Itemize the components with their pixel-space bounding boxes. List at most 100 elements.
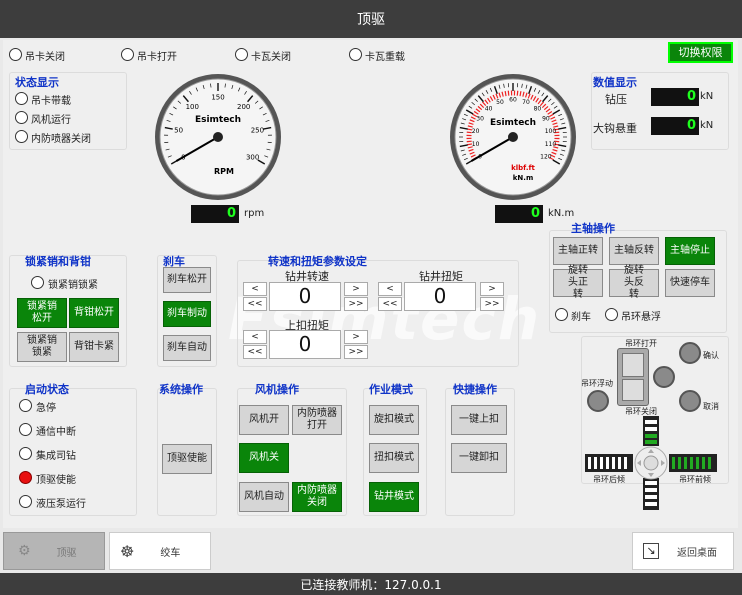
system-title: 系统操作 xyxy=(159,383,203,396)
rotary-head-forward-button[interactable]: 旋转头正转 xyxy=(553,265,603,300)
drill-speed-inc-fast-button[interactable]: >> xyxy=(344,297,368,311)
lock-pin-lock-button[interactable]: 锁紧销锁紧 xyxy=(17,332,67,362)
torque-gauge-brand: Esimtech xyxy=(490,118,536,128)
rotary-head-reverse-button[interactable]: 旋转头反转 xyxy=(609,265,659,300)
gauge-tick-label: 120 xyxy=(540,154,552,161)
gauge-tick-label: 10 xyxy=(472,141,480,148)
topdrive-enable-button[interactable]: 顶驱使能 xyxy=(162,444,212,474)
rpm-gauge: 050100150200250300 Esimtech RPM xyxy=(155,74,281,200)
drill-torque-dec-button[interactable]: < xyxy=(378,282,402,296)
gauge-tick-label: 60 xyxy=(509,97,517,104)
makeup-torque-inc-button[interactable]: > xyxy=(344,330,368,344)
status-footer: 已连接教师机：127.0.0.1 xyxy=(0,573,742,595)
drill-mode-button[interactable]: 钻井模式 xyxy=(369,482,419,512)
switch-permission-button[interactable]: 切换权限 xyxy=(668,42,733,63)
bail-cancel-knob[interactable] xyxy=(679,390,701,412)
tilt-front-bar xyxy=(669,454,717,472)
state-display-title: 状态显示 xyxy=(15,76,59,89)
status-radio-slip-loaded xyxy=(349,48,362,61)
mode-title: 作业模式 xyxy=(369,383,413,396)
brake-auto-button[interactable]: 刹车自动 xyxy=(163,335,211,361)
bail-lever-lower xyxy=(622,379,644,401)
brake-release-button[interactable]: 刹车松开 xyxy=(163,267,211,293)
wob-display: 0 xyxy=(651,88,699,106)
startup-label: 顶驱使能 xyxy=(36,475,76,486)
rpm-unit: rpm xyxy=(244,208,265,219)
bail-cancel-label: 取消 xyxy=(703,402,719,411)
gauge-tick-label: 40 xyxy=(485,105,493,112)
bail-float-radio xyxy=(605,308,618,321)
startup-radio xyxy=(19,495,32,508)
back-tong-clamp-button[interactable]: 背钳卡紧 xyxy=(69,332,119,362)
nav-drawworks-tab[interactable]: ☸ 绞车 xyxy=(109,532,211,570)
drill-speed-value[interactable]: 0 xyxy=(269,282,341,311)
drill-torque-dec-fast-button[interactable]: << xyxy=(378,297,402,311)
status-radio-slip-closed xyxy=(235,48,248,61)
makeup-torque-dec-fast-button[interactable]: << xyxy=(243,345,267,359)
fan-auto-button[interactable]: 风机自动 xyxy=(239,482,289,512)
state-radio xyxy=(15,111,28,124)
brake-apply-button[interactable]: 刹车制动 xyxy=(163,301,211,327)
drill-speed-dec-button[interactable]: < xyxy=(243,282,267,296)
spindle-brake-radio xyxy=(555,308,568,321)
bail-center-knob[interactable] xyxy=(653,366,675,388)
spindle-brake-label: 刹车 xyxy=(571,312,591,323)
bail-float-knob[interactable] xyxy=(587,390,609,412)
nav-back-desktop-button[interactable]: ↘ 返回桌面 xyxy=(632,532,734,570)
lock-status-radio xyxy=(31,276,44,289)
bail-confirm-knob[interactable] xyxy=(679,342,701,364)
torque-gauge-unit-2: kN.m xyxy=(513,174,533,182)
drill-torque-value[interactable]: 0 xyxy=(404,282,476,311)
one-key-breakout-button[interactable]: 一键卸扣 xyxy=(451,443,507,473)
bail-tilt-joystick[interactable] xyxy=(583,414,729,512)
gauge-tick-label: 30 xyxy=(476,116,484,123)
params-title: 转速和扭矩参数设定 xyxy=(268,255,367,268)
lock-pin-release-button[interactable]: 锁紧销松开 xyxy=(17,298,67,328)
nav-back-label: 返回桌面 xyxy=(677,547,717,559)
drill-torque-inc-button[interactable]: > xyxy=(480,282,504,296)
bop-close-button[interactable]: 内防喷器关闭 xyxy=(292,482,342,512)
back-tong-release-button[interactable]: 背钳松开 xyxy=(69,298,119,328)
hookload-display: 0 xyxy=(651,117,699,135)
gauge-tick-label: 200 xyxy=(237,103,250,111)
nav-drawworks-label: 绞车 xyxy=(160,547,181,559)
one-key-makeup-button[interactable]: 一键上扣 xyxy=(451,405,507,435)
spindle-reverse-button[interactable]: 主轴反转 xyxy=(609,237,659,265)
gauge-tick-label: 20 xyxy=(472,128,480,135)
startup-radio xyxy=(19,399,32,412)
bail-lever[interactable] xyxy=(617,348,649,406)
torque-mode-button[interactable]: 扭扣模式 xyxy=(369,443,419,473)
status-radio-bail-open xyxy=(121,48,134,61)
torque-display: 0 xyxy=(495,205,543,223)
spin-mode-button[interactable]: 旋扣模式 xyxy=(369,405,419,435)
torque-unit: kN.m xyxy=(548,208,575,219)
status-radio-bail-closed xyxy=(9,48,22,61)
state-radio xyxy=(15,92,28,105)
torque-gauge-unit-1: klbf.ft xyxy=(511,164,535,172)
gauge-tick-label: 100 xyxy=(186,103,199,111)
rpm-gauge-brand: Esimtech xyxy=(195,115,241,125)
startup-label: 液压泵运行 xyxy=(36,499,86,510)
quick-stop-button[interactable]: 快速停车 xyxy=(665,269,715,297)
bail-confirm-label: 确认 xyxy=(703,351,719,360)
wob-label: 钻压 xyxy=(605,93,627,106)
quick-title: 快捷操作 xyxy=(453,383,497,396)
drill-torque-inc-fast-button[interactable]: >> xyxy=(480,297,504,311)
makeup-torque-dec-button[interactable]: < xyxy=(243,330,267,344)
fan-on-button[interactable]: 风机开 xyxy=(239,405,289,435)
spindle-stop-button[interactable]: 主轴停止 xyxy=(665,237,715,265)
fan-title: 风机操作 xyxy=(255,383,299,396)
drill-speed-dec-fast-button[interactable]: << xyxy=(243,297,267,311)
tilt-down-bar xyxy=(643,478,659,510)
drill-speed-inc-button[interactable]: > xyxy=(344,282,368,296)
drawworks-icon: ☸ xyxy=(120,541,135,561)
nav-topdrive-tab[interactable]: ⚙ 顶驱 xyxy=(3,532,105,570)
bop-open-button[interactable]: 内防喷器打开 xyxy=(292,405,342,435)
makeup-torque-value[interactable]: 0 xyxy=(269,330,341,359)
bail-back-tilt-label: 吊环后倾 xyxy=(593,475,625,484)
spindle-title: 主轴操作 xyxy=(571,222,615,235)
status-label: 卡瓦重载 xyxy=(365,52,405,63)
spindle-forward-button[interactable]: 主轴正转 xyxy=(553,237,603,265)
makeup-torque-inc-fast-button[interactable]: >> xyxy=(344,345,368,359)
fan-off-button[interactable]: 风机关 xyxy=(239,443,289,473)
